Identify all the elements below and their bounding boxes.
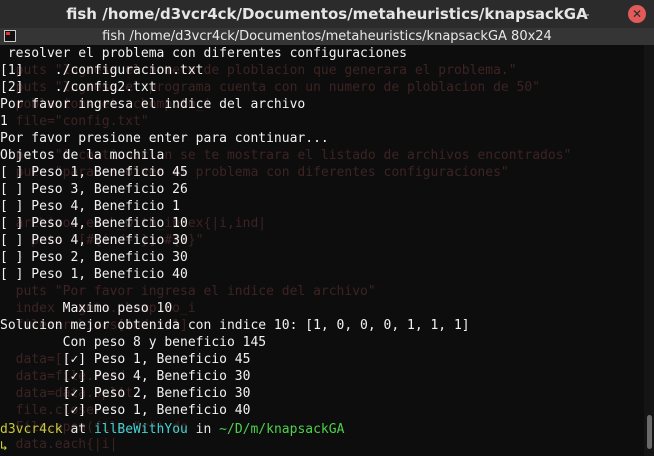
output-line: [ ] Peso 3, Beneficio 26 <box>0 182 188 197</box>
output-line: 1 <box>0 114 8 129</box>
tab-bar: fish /home/d3vcr4ck/Documentos/metaheuri… <box>0 28 654 45</box>
prompt-at: at <box>62 422 94 437</box>
window-titlebar[interactable]: fish /home/d3vcr4ck/Documentos/metaheuri… <box>0 0 654 28</box>
output-line: Por favor presione enter para continuar.… <box>0 131 329 146</box>
prompt-arrow-icon: ↳ <box>0 439 8 454</box>
output-line: [ ] Peso 1, Beneficio 40 <box>0 267 188 282</box>
prompt-host: illBeWithYou <box>93 422 188 437</box>
output-line: [ ] Peso 4, Beneficio 30 <box>0 233 188 248</box>
output-line: [1] ./configuracion.txt <box>0 63 204 78</box>
output-line: [✓] Peso 1, Beneficio 45 <box>0 352 251 367</box>
output-line: [ ] Peso 1, Beneficio 45 <box>0 165 188 180</box>
scrollbar-thumb[interactable] <box>647 415 652 449</box>
shell-prompt: d3vcr4ck at illBeWithYou in ~/D/m/knapsa… <box>0 421 344 438</box>
output-line: [✓] Peso 2, Beneficio 30 <box>0 386 251 401</box>
window-title: fish /home/d3vcr4ck/Documentos/metaheuri… <box>66 5 588 23</box>
output-line: [✓] Peso 1, Beneficio 40 <box>0 403 251 418</box>
background-code-line: data.each{|i| <box>0 437 118 452</box>
prompt-path: ~/D/m/knapsackGA <box>219 422 345 437</box>
output-line: Con peso 8 y beneficio 145 <box>0 335 267 350</box>
scrollbar[interactable] <box>644 45 654 456</box>
background-code-line: file="config.txt" <box>0 114 149 129</box>
tab-title[interactable]: fish /home/d3vcr4ck/Documentos/metaheuri… <box>0 28 654 45</box>
output-line: [ ] Peso 2, Beneficio 30 <box>0 250 188 265</box>
command-input-line[interactable]: ↳ <box>0 438 8 455</box>
output-line: Solucion mejor obtenida con indice 10: [… <box>0 318 470 333</box>
output-line: [ ] Peso 4, Beneficio 1 <box>0 199 181 214</box>
close-button[interactable]: ✕ <box>628 5 646 23</box>
background-code-line: puts "Por favor ingresa el indice del ar… <box>0 284 376 299</box>
prompt-user: d3vcr4ck <box>0 422 63 437</box>
output-line: [✓] Peso 4, Beneficio 30 <box>0 369 251 384</box>
output-line: [ ] Peso 4, Beneficio 10 <box>0 216 188 231</box>
output-line: resolver el problema con diferentes conf… <box>0 46 407 61</box>
output-line: [2] ./config2.txt <box>0 80 157 95</box>
terminal-window: fish /home/d3vcr4ck/Documentos/metaheuri… <box>0 0 654 456</box>
output-line: Objetos de la mochila <box>0 148 165 163</box>
terminal-screen[interactable]: puts "Ingresa el numero de ploblacion qu… <box>0 45 644 456</box>
output-line: Maximo peso 10 <box>0 301 173 316</box>
output-line: Por favor ingresa el indice del archivo <box>0 97 306 112</box>
minimize-button[interactable]: – <box>576 0 596 28</box>
prompt-in: in <box>187 422 220 437</box>
